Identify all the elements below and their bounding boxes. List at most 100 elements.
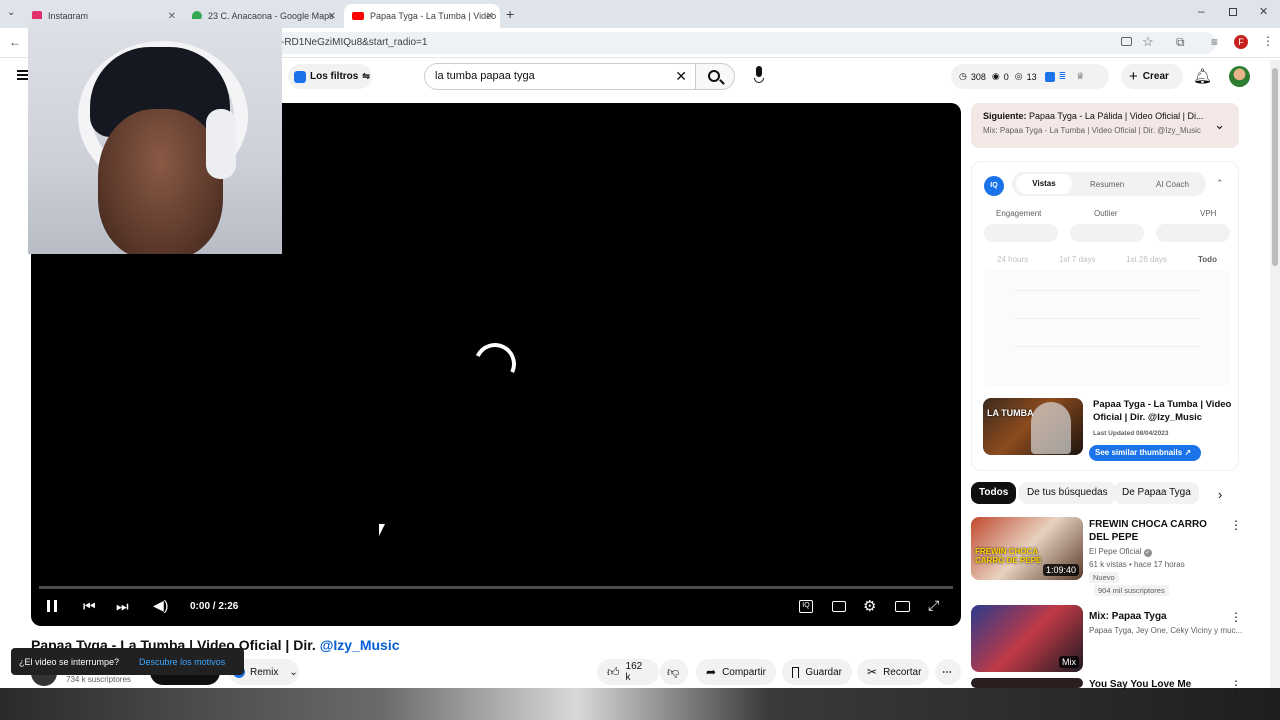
microphone-icon[interactable] xyxy=(750,66,768,86)
chip-de-tus-busquedas[interactable]: De tus búsquedas xyxy=(1019,482,1116,504)
iq-icon xyxy=(294,70,306,83)
filters-button[interactable]: Los filtros ⇋ xyxy=(288,64,372,89)
scissors-icon: ✂ xyxy=(867,665,878,679)
metric-bar xyxy=(1156,224,1230,242)
related-title[interactable]: FREWIN CHOCA CARRO DEL PEPE xyxy=(1089,518,1224,544)
user-avatar[interactable] xyxy=(1229,66,1250,87)
search-button[interactable] xyxy=(695,63,735,90)
related-thumbnail[interactable] xyxy=(971,678,1083,688)
tab-youtube[interactable]: Papaa Tyga - La Tumba | Video ✕ xyxy=(344,4,500,28)
tab-resumen[interactable]: Resumen xyxy=(1090,180,1124,189)
more-actions-button[interactable]: ⋯ xyxy=(935,659,961,685)
settings-gear-icon[interactable]: ⚙︎ xyxy=(863,597,876,615)
metric-bar xyxy=(1070,224,1144,242)
range-7d[interactable]: 1st 7 days xyxy=(1059,255,1095,264)
subtitles-button[interactable] xyxy=(832,601,846,612)
minimize-icon[interactable]: – xyxy=(1198,4,1205,18)
close-tab-icon[interactable]: ✕ xyxy=(486,11,494,22)
eye-icon: ◉ xyxy=(991,71,1000,81)
related-title[interactable]: You Say You Love Me xyxy=(1089,678,1191,691)
browser-menu-icon[interactable]: ⋮ xyxy=(1262,34,1274,48)
search-input[interactable] xyxy=(435,70,665,82)
similar-thumbnails-button[interactable]: See similar thumbnails ↗ xyxy=(1089,445,1201,461)
share-button[interactable]: ➦ Compartir xyxy=(696,659,776,685)
up-next-card[interactable]: Siguiente: Papaa Tyga - La Pálida | Vide… xyxy=(971,103,1239,148)
restore-icon[interactable] xyxy=(1229,8,1237,16)
duration-badge: 1:09:40 xyxy=(1042,564,1079,576)
new-tab-icon[interactable]: + xyxy=(506,6,514,22)
headphone-cup xyxy=(206,109,236,179)
volume-button[interactable]: ◀︎) xyxy=(153,597,168,614)
page-scrollbar[interactable] xyxy=(1270,60,1280,688)
clock-icon: ◷ xyxy=(959,71,967,81)
vidiq-panel: IQ Vistas Resumen AI Coach ⌃ Engagement … xyxy=(971,161,1239,471)
install-icon[interactable] xyxy=(1121,37,1132,46)
share-icon: ➦ xyxy=(706,665,717,679)
collapse-icon[interactable]: ⌃ xyxy=(1216,178,1224,189)
mouse-cursor-icon xyxy=(379,524,385,536)
clear-search-icon[interactable]: ✕ xyxy=(675,68,687,85)
related-menu-icon[interactable]: ⋮ xyxy=(1230,518,1242,532)
learn-why-link[interactable]: Descubre los motivos xyxy=(139,657,225,667)
related-thumbnail[interactable]: FREWIN CHOCA CARRO DE PEPE 1:09:40 xyxy=(971,517,1083,580)
bookmark-star-icon[interactable]: ☆ xyxy=(1142,34,1154,50)
search-box[interactable]: ✕ xyxy=(424,63,696,90)
bookmark-icon xyxy=(792,666,800,678)
thumbs-down-icon: 👎︎ xyxy=(667,664,680,679)
related-menu-icon[interactable]: ⋮ xyxy=(1230,678,1242,692)
back-icon[interactable]: ← xyxy=(9,35,21,49)
save-button[interactable]: Guardar xyxy=(782,659,852,685)
chevron-right-icon[interactable]: › xyxy=(1218,487,1222,502)
background-strip xyxy=(0,688,1280,720)
loading-spinner xyxy=(468,337,522,391)
profile-avatar[interactable]: F xyxy=(1234,35,1248,49)
extensions-icon[interactable]: ⧉ xyxy=(1176,35,1185,50)
trophy-icon: ♕ xyxy=(1076,71,1085,81)
channel-link[interactable]: @Izy_Music xyxy=(320,637,400,653)
iq-video-thumbnail[interactable]: LA TUMBA xyxy=(983,398,1083,455)
previous-button[interactable]: ⏮︎ xyxy=(83,598,96,615)
chip-todos[interactable]: Todos xyxy=(971,482,1017,504)
new-badge: Nuevo xyxy=(1089,572,1119,583)
related-meta: 61 k vistas • hace 17 horas xyxy=(1089,560,1185,569)
subscribers-badge: 904 mil suscriptores xyxy=(1094,585,1169,596)
like-button[interactable]: 👍︎ 162 k xyxy=(597,659,659,685)
related-menu-icon[interactable]: ⋮ xyxy=(1230,610,1242,624)
iq-card-title[interactable]: Papaa Tyga - La Tumba | Video Oficial | … xyxy=(1093,398,1233,424)
eye-icon: ◎ xyxy=(1014,71,1023,81)
related-channel[interactable]: El Pepe Oficial ✓ xyxy=(1089,547,1152,557)
iq-logo-icon: IQ xyxy=(984,176,1004,196)
range-all[interactable]: Todo xyxy=(1198,255,1217,264)
metric-bar xyxy=(984,224,1058,242)
tab-ai-coach[interactable]: AI Coach xyxy=(1156,180,1189,189)
scrollbar-thumb[interactable] xyxy=(1272,68,1278,266)
chip-de-papaa-tyga[interactable]: De Papaa Tyga xyxy=(1114,482,1199,504)
tab-vistas[interactable]: Vistas xyxy=(1016,174,1072,194)
dislike-button[interactable]: 👎︎ xyxy=(660,659,688,685)
vidiq-stats-pill[interactable]: ◷ 308 ◉ 0 ◎ 13 ≣ ♕ xyxy=(951,64,1109,89)
progress-bar[interactable] xyxy=(39,586,953,589)
metric-engagement: Engagement xyxy=(996,209,1042,218)
iq-card-updated: Last Updated 08/04/2023 xyxy=(1093,430,1169,437)
range-24h[interactable]: 24 hours xyxy=(997,255,1028,264)
subscriber-count: 734 k suscriptores xyxy=(66,675,131,684)
related-title[interactable]: Mix: Papaa Tyga xyxy=(1089,610,1167,623)
fullscreen-button[interactable]: ⤢ xyxy=(928,597,939,614)
youtube-icon xyxy=(352,12,364,20)
tab-search-list-icon[interactable]: ≡ xyxy=(1211,35,1218,49)
notifications-bell-icon[interactable]: 🔔︎ xyxy=(1193,67,1212,85)
thumbs-up-icon: 👍︎ xyxy=(607,664,620,679)
more-horizontal-icon: ⋯ xyxy=(942,666,952,678)
create-button[interactable]: + Crear xyxy=(1121,64,1183,89)
vidiq-player-icon[interactable]: IQ xyxy=(799,600,813,613)
close-tab-icon[interactable]: ✕ xyxy=(328,11,336,22)
window-close-icon[interactable]: ✕ xyxy=(1259,5,1268,18)
related-thumbnail[interactable]: Mix xyxy=(971,605,1083,672)
tab-search-icon[interactable]: ⌄ xyxy=(7,7,15,18)
pause-button[interactable] xyxy=(47,600,57,612)
range-28d[interactable]: 1st 28 days xyxy=(1126,255,1167,264)
theater-mode-button[interactable] xyxy=(895,601,910,612)
clip-button[interactable]: ✂ Recortar xyxy=(857,659,929,685)
chevron-down-icon[interactable]: ⌄ xyxy=(1214,117,1225,133)
next-button[interactable]: ⏭︎ xyxy=(116,598,129,615)
